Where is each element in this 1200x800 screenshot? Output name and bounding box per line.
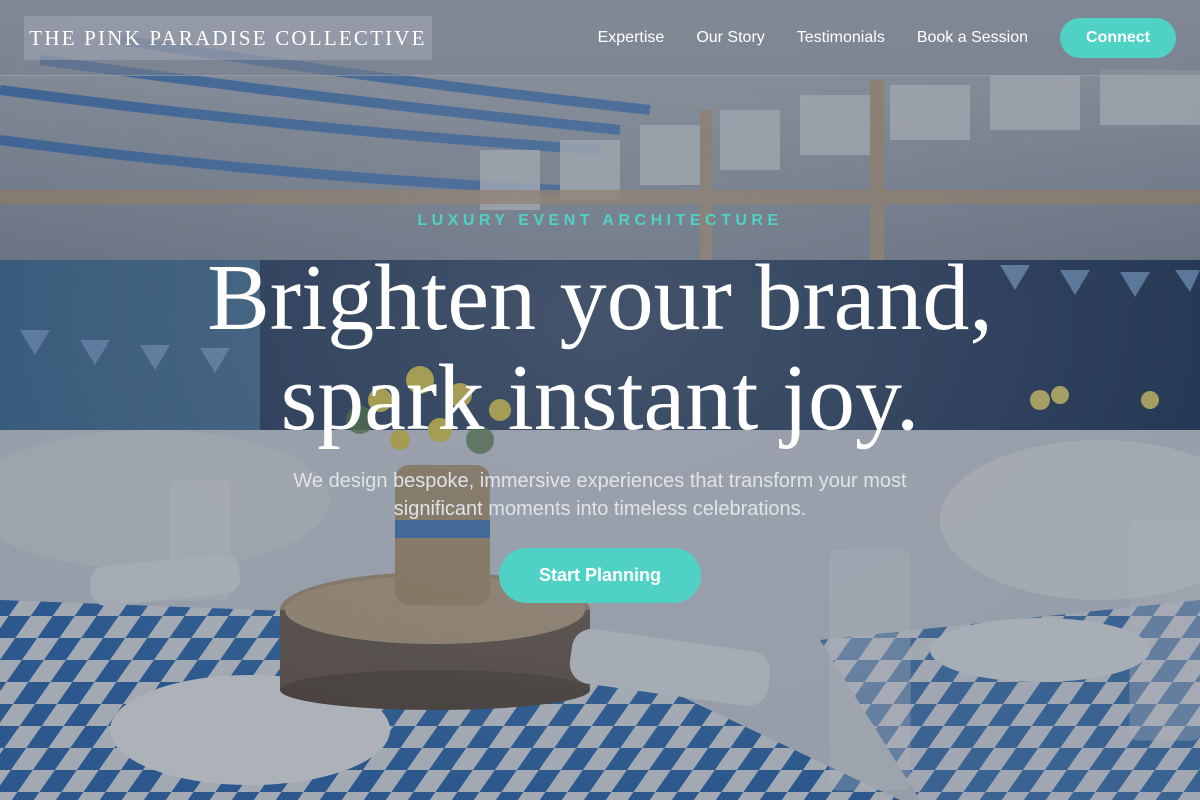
- connect-button[interactable]: Connect: [1060, 18, 1176, 58]
- hero-headline-line-2: spark instant joy.: [280, 346, 920, 450]
- nav-link-book-a-session[interactable]: Book a Session: [917, 29, 1028, 47]
- nav-link-testimonials[interactable]: Testimonials: [797, 29, 885, 47]
- hero-headline-line-1: Brighten your brand,: [207, 246, 993, 350]
- start-planning-button[interactable]: Start Planning: [499, 548, 701, 603]
- nav-links: Expertise Our Story Testimonials Book a …: [598, 0, 1028, 76]
- hero-subtext: We design bespoke, immersive experiences…: [293, 470, 907, 520]
- navbar: THE PINK PARADISE COLLECTIVE Expertise O…: [0, 0, 1200, 76]
- brand-logo[interactable]: THE PINK PARADISE COLLECTIVE: [24, 16, 432, 60]
- nav-link-our-story[interactable]: Our Story: [696, 29, 764, 47]
- nav-link-expertise[interactable]: Expertise: [598, 29, 665, 47]
- hero-headline: Brighten your brand, spark instant joy.: [0, 248, 1200, 448]
- hero-eyebrow: LUXURY EVENT ARCHITECTURE: [417, 212, 783, 229]
- hero-section: THE PINK PARADISE COLLECTIVE Expertise O…: [0, 0, 1200, 800]
